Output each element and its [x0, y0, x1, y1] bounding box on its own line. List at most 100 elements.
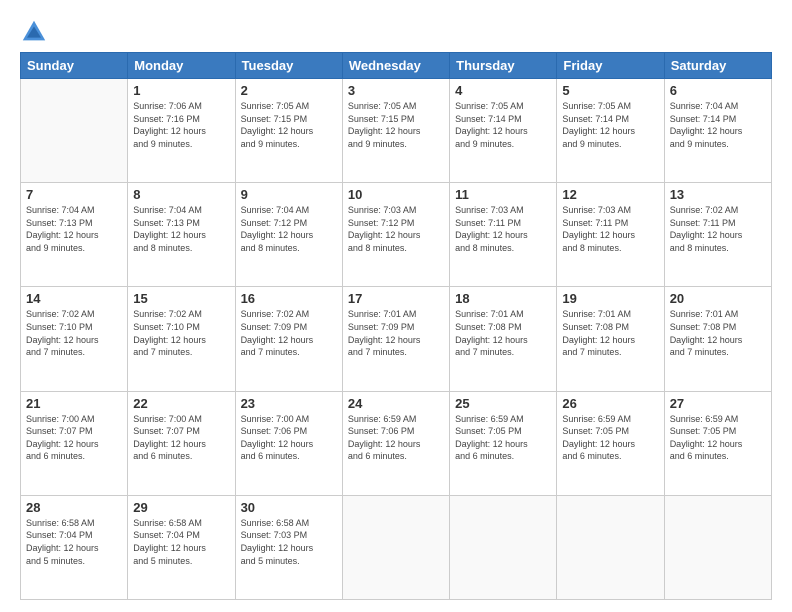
header-thursday: Thursday — [450, 53, 557, 79]
day-info: Sunrise: 7:00 AM Sunset: 7:07 PM Dayligh… — [26, 413, 122, 463]
day-cell — [557, 495, 664, 599]
day-cell: 6Sunrise: 7:04 AM Sunset: 7:14 PM Daylig… — [664, 79, 771, 183]
day-cell: 22 Sunrise: 7:00 AM Sunset: 7:07 PM Dayli… — [128, 391, 235, 495]
day-cell: 28 Sunrise: 6:58 AM Sunset: 7:04 PM Dayli… — [21, 495, 128, 599]
day-number: 21 — [26, 396, 122, 411]
day-number: 20 — [670, 291, 766, 306]
day-number: 3 — [348, 83, 444, 98]
day-cell: 9 Sunrise: 7:04 AM Sunset: 7:12 PM Daylig… — [235, 183, 342, 287]
day-info: Sunrise: 7:05 AM Sunset: 7:15 PM Dayligh… — [348, 100, 444, 150]
day-number: 7 — [26, 187, 122, 202]
day-cell: 18 Sunrise: 7:01 AM Sunset: 7:08 PM Dayli… — [450, 287, 557, 391]
day-cell: 10 Sunrise: 7:03 AM Sunset: 7:12 PM Dayli… — [342, 183, 449, 287]
day-info: Sunrise: 7:01 AM Sunset: 7:08 PM Dayligh… — [455, 308, 551, 358]
week-row-1: 1 Sunrise: 7:06 AM Sunset: 7:16 PM Daylig… — [21, 79, 772, 183]
day-cell: 7 Sunrise: 7:04 AM Sunset: 7:13 PM Daylig… — [21, 183, 128, 287]
day-info: Sunrise: 7:05 AM Sunset: 7:15 PM Dayligh… — [241, 100, 337, 150]
day-cell: 21 Sunrise: 7:00 AM Sunset: 7:07 PM Dayli… — [21, 391, 128, 495]
day-number: 9 — [241, 187, 337, 202]
day-number: 10 — [348, 187, 444, 202]
day-number: 22 — [133, 396, 229, 411]
day-info: Sunrise: 7:04 AM Sunset: 7:13 PM Dayligh… — [133, 204, 229, 254]
day-number: 30 — [241, 500, 337, 515]
day-info: Sunrise: 6:58 AM Sunset: 7:04 PM Dayligh… — [26, 517, 122, 567]
day-number: 5 — [562, 83, 658, 98]
day-number: 4 — [455, 83, 551, 98]
day-cell: 5Sunrise: 7:05 AM Sunset: 7:14 PM Daylig… — [557, 79, 664, 183]
day-cell: 26 Sunrise: 6:59 AM Sunset: 7:05 PM Dayli… — [557, 391, 664, 495]
day-info: Sunrise: 6:58 AM Sunset: 7:03 PM Dayligh… — [241, 517, 337, 567]
day-info: Sunrise: 7:03 AM Sunset: 7:12 PM Dayligh… — [348, 204, 444, 254]
logo — [20, 18, 52, 46]
day-info: Sunrise: 6:59 AM Sunset: 7:05 PM Dayligh… — [562, 413, 658, 463]
day-cell: 3 Sunrise: 7:05 AM Sunset: 7:15 PM Daylig… — [342, 79, 449, 183]
day-number: 25 — [455, 396, 551, 411]
day-number: 19 — [562, 291, 658, 306]
header-monday: Monday — [128, 53, 235, 79]
day-number: 1 — [133, 83, 229, 98]
day-cell: 16 Sunrise: 7:02 AM Sunset: 7:09 PM Dayli… — [235, 287, 342, 391]
day-cell — [664, 495, 771, 599]
week-row-2: 7 Sunrise: 7:04 AM Sunset: 7:13 PM Daylig… — [21, 183, 772, 287]
page: SundayMondayTuesdayWednesdayThursdayFrid… — [0, 0, 792, 612]
day-info: Sunrise: 7:03 AM Sunset: 7:11 PM Dayligh… — [562, 204, 658, 254]
calendar-header-row: SundayMondayTuesdayWednesdayThursdayFrid… — [21, 53, 772, 79]
day-number: 2 — [241, 83, 337, 98]
day-info: Sunrise: 7:00 AM Sunset: 7:07 PM Dayligh… — [133, 413, 229, 463]
day-number: 8 — [133, 187, 229, 202]
day-info: Sunrise: 7:01 AM Sunset: 7:08 PM Dayligh… — [670, 308, 766, 358]
day-info: Sunrise: 6:59 AM Sunset: 7:05 PM Dayligh… — [670, 413, 766, 463]
day-number: 15 — [133, 291, 229, 306]
day-cell: 19Sunrise: 7:01 AM Sunset: 7:08 PM Dayli… — [557, 287, 664, 391]
day-number: 29 — [133, 500, 229, 515]
logo-icon — [20, 18, 48, 46]
day-cell: 1 Sunrise: 7:06 AM Sunset: 7:16 PM Daylig… — [128, 79, 235, 183]
day-info: Sunrise: 7:06 AM Sunset: 7:16 PM Dayligh… — [133, 100, 229, 150]
day-cell: 30 Sunrise: 6:58 AM Sunset: 7:03 PM Dayli… — [235, 495, 342, 599]
header-wednesday: Wednesday — [342, 53, 449, 79]
day-cell: 14 Sunrise: 7:02 AM Sunset: 7:10 PM Dayli… — [21, 287, 128, 391]
day-info: Sunrise: 6:59 AM Sunset: 7:05 PM Dayligh… — [455, 413, 551, 463]
day-info: Sunrise: 7:04 AM Sunset: 7:12 PM Dayligh… — [241, 204, 337, 254]
day-info: Sunrise: 7:02 AM Sunset: 7:09 PM Dayligh… — [241, 308, 337, 358]
week-row-4: 21 Sunrise: 7:00 AM Sunset: 7:07 PM Dayli… — [21, 391, 772, 495]
day-cell: 15 Sunrise: 7:02 AM Sunset: 7:10 PM Dayli… — [128, 287, 235, 391]
calendar-table: SundayMondayTuesdayWednesdayThursdayFrid… — [20, 52, 772, 600]
day-number: 11 — [455, 187, 551, 202]
day-info: Sunrise: 6:58 AM Sunset: 7:04 PM Dayligh… — [133, 517, 229, 567]
day-number: 28 — [26, 500, 122, 515]
day-number: 27 — [670, 396, 766, 411]
day-number: 23 — [241, 396, 337, 411]
day-cell: 4Sunrise: 7:05 AM Sunset: 7:14 PM Daylig… — [450, 79, 557, 183]
header-saturday: Saturday — [664, 53, 771, 79]
header-tuesday: Tuesday — [235, 53, 342, 79]
day-info: Sunrise: 7:04 AM Sunset: 7:13 PM Dayligh… — [26, 204, 122, 254]
day-cell: 29 Sunrise: 6:58 AM Sunset: 7:04 PM Dayli… — [128, 495, 235, 599]
day-number: 13 — [670, 187, 766, 202]
day-number: 18 — [455, 291, 551, 306]
header-sunday: Sunday — [21, 53, 128, 79]
day-cell: 12 Sunrise: 7:03 AM Sunset: 7:11 PM Dayli… — [557, 183, 664, 287]
day-info: Sunrise: 6:59 AM Sunset: 7:06 PM Dayligh… — [348, 413, 444, 463]
day-cell: 20 Sunrise: 7:01 AM Sunset: 7:08 PM Dayli… — [664, 287, 771, 391]
day-number: 16 — [241, 291, 337, 306]
day-info: Sunrise: 7:02 AM Sunset: 7:10 PM Dayligh… — [26, 308, 122, 358]
day-info: Sunrise: 7:02 AM Sunset: 7:10 PM Dayligh… — [133, 308, 229, 358]
day-number: 12 — [562, 187, 658, 202]
day-number: 17 — [348, 291, 444, 306]
day-cell: 24 Sunrise: 6:59 AM Sunset: 7:06 PM Dayli… — [342, 391, 449, 495]
day-info: Sunrise: 7:03 AM Sunset: 7:11 PM Dayligh… — [455, 204, 551, 254]
day-cell: 27 Sunrise: 6:59 AM Sunset: 7:05 PM Dayli… — [664, 391, 771, 495]
day-cell: 25 Sunrise: 6:59 AM Sunset: 7:05 PM Dayli… — [450, 391, 557, 495]
day-info: Sunrise: 7:02 AM Sunset: 7:11 PM Dayligh… — [670, 204, 766, 254]
day-cell: 13 Sunrise: 7:02 AM Sunset: 7:11 PM Dayli… — [664, 183, 771, 287]
day-cell — [342, 495, 449, 599]
day-number: 24 — [348, 396, 444, 411]
header — [20, 18, 772, 46]
day-cell: 23Sunrise: 7:00 AM Sunset: 7:06 PM Dayli… — [235, 391, 342, 495]
day-cell — [450, 495, 557, 599]
day-number: 26 — [562, 396, 658, 411]
week-row-5: 28 Sunrise: 6:58 AM Sunset: 7:04 PM Dayli… — [21, 495, 772, 599]
day-number: 14 — [26, 291, 122, 306]
day-info: Sunrise: 7:04 AM Sunset: 7:14 PM Dayligh… — [670, 100, 766, 150]
